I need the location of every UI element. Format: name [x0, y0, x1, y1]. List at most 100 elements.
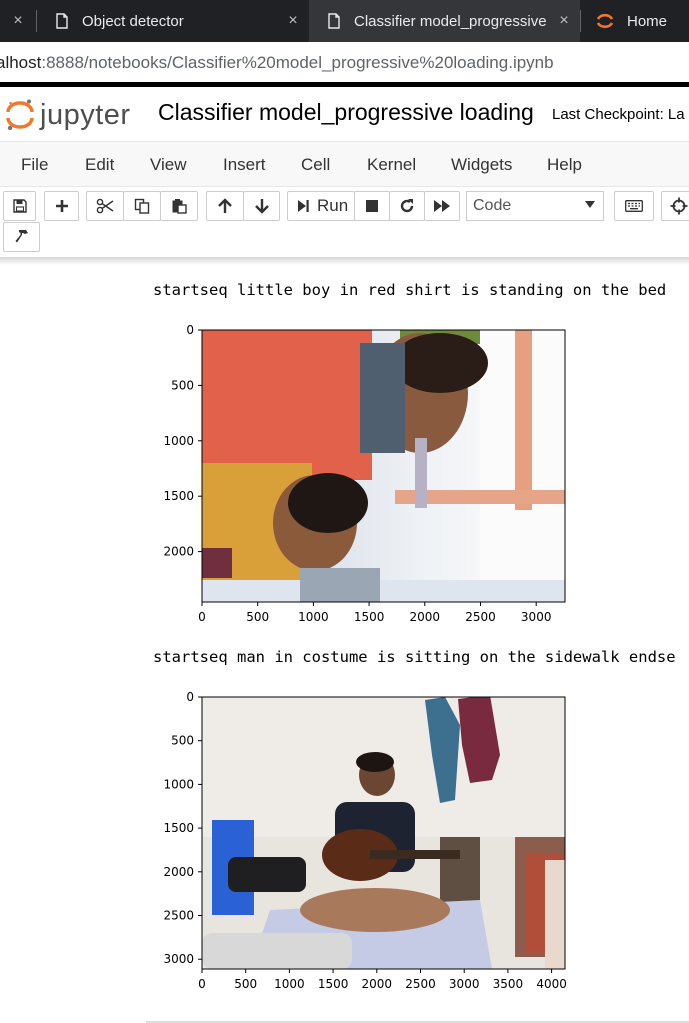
x-tick-label: 2500 [405, 977, 436, 991]
move-down-button[interactable] [243, 191, 280, 221]
x-tick-label: 2000 [410, 610, 441, 624]
x-tick-label: 1000 [298, 610, 329, 624]
y-tick-label: 500 [171, 378, 194, 392]
y-tick-label: 2000 [163, 545, 194, 559]
tab-close-icon[interactable]: × [554, 11, 574, 31]
menu-insert[interactable]: Insert [223, 155, 266, 175]
x-tick-label: 2000 [362, 977, 393, 991]
paste-button[interactable] [160, 191, 198, 221]
fast-forward-icon [434, 200, 450, 212]
menu-widgets[interactable]: Widgets [451, 155, 512, 175]
address-bar[interactable]: alhost:8888/notebooks/Classifier%20model… [0, 42, 689, 84]
y-tick-label: 0 [186, 690, 194, 704]
x-tick-label: 500 [234, 977, 257, 991]
y-tick-label: 3000 [163, 952, 194, 966]
plot-1: 0 500 1000 1500 2000 2500 3000 0 500 100… [163, 323, 566, 624]
move-up-button[interactable] [206, 191, 244, 221]
jupyter-logo[interactable]: jupyter [6, 95, 146, 135]
y-tick-label: 500 [171, 734, 194, 748]
step-forward-icon [298, 200, 309, 212]
x-tick-label: 3000 [449, 977, 480, 991]
menu-help[interactable]: Help [547, 155, 582, 175]
tab-home[interactable]: Home [581, 0, 689, 42]
x-tick-label: 0 [198, 977, 206, 991]
menu-kernel[interactable]: Kernel [367, 155, 416, 175]
interrupt-button[interactable] [354, 191, 390, 221]
url-host: alhost [0, 53, 42, 72]
save-icon [12, 199, 27, 213]
url-path: :8888/notebooks/Classifier%20model_progr… [41, 53, 554, 72]
chevron-down-icon [585, 201, 595, 208]
jupyter-icon [595, 11, 615, 31]
y-tick-label: 0 [186, 323, 194, 337]
x-tick-label: 0 [198, 610, 206, 624]
cut-button[interactable] [86, 191, 124, 221]
stop-icon [366, 200, 378, 212]
x-tick-label: 1500 [318, 977, 349, 991]
y-tick-label: 1500 [163, 821, 194, 835]
y-tick-label: 2500 [163, 909, 194, 923]
tab-label: Object detector [82, 12, 184, 30]
photo-image-2 [202, 697, 565, 969]
menu-edit[interactable]: Edit [85, 155, 114, 175]
paste-icon [172, 199, 187, 214]
y-axis-1: 0 500 1000 1500 2000 [163, 323, 202, 559]
y-axis-2: 0 500 1000 1500 2000 2500 3000 [163, 690, 202, 966]
jupyter-logo-icon [6, 99, 34, 131]
x-tick-label: 1500 [354, 610, 385, 624]
restart-run-all-button[interactable] [424, 191, 460, 221]
save-button[interactable] [3, 191, 36, 221]
page-icon [326, 13, 342, 29]
browser-tab-strip: × Object detector × Classifier model_pro… [0, 0, 689, 42]
x-tick-label: 3000 [521, 610, 552, 624]
arrow-down-icon [254, 199, 269, 214]
tab-object-detector[interactable]: Object detector × [37, 0, 309, 42]
run-label: Run [317, 196, 349, 215]
plus-icon [55, 200, 68, 212]
command-palette-button[interactable] [614, 191, 654, 221]
tab-classifier-model[interactable]: Classifier model_progressive × [309, 0, 580, 42]
url-text[interactable]: alhost:8888/notebooks/Classifier%20model… [0, 53, 554, 73]
menu-file[interactable]: File [21, 155, 48, 175]
plot-2: 0 500 1000 1500 2000 2500 3000 3500 4000… [163, 690, 567, 991]
hammer-icon [15, 230, 28, 243]
run-button[interactable]: Run [287, 191, 355, 221]
x-tick-label: 1000 [274, 977, 305, 991]
x-tick-label: 500 [246, 610, 269, 624]
move-cursor-button[interactable] [661, 191, 689, 221]
crosshair-icon [670, 197, 688, 215]
page-icon [54, 13, 70, 29]
keyboard-icon [625, 200, 643, 212]
notebook-title[interactable]: Classifier model_progressive loading [158, 99, 534, 126]
refresh-icon [400, 199, 414, 213]
menu-cell[interactable]: Cell [301, 155, 330, 175]
cell-output-area: startseq little boy in red shirt is stan… [0, 265, 689, 1023]
y-tick-label: 1000 [163, 434, 194, 448]
output-caption-2: startseq man in costume is sitting on th… [153, 648, 676, 666]
cell-type-select[interactable]: Code [466, 191, 604, 221]
x-tick-label: 2500 [465, 610, 496, 624]
jupyter-header: jupyter Classifier model_progressive loa… [0, 87, 689, 141]
x-tick-label: 3500 [493, 977, 524, 991]
x-tick-label: 4000 [536, 977, 567, 991]
menu-view[interactable]: View [150, 155, 187, 175]
y-tick-label: 1000 [163, 777, 194, 791]
tab-close-icon[interactable]: × [283, 11, 303, 31]
restart-button[interactable] [389, 191, 425, 221]
insert-cell-button[interactable] [44, 191, 79, 221]
menu-bar: File Edit View Insert Cell Kernel Widget… [0, 141, 689, 187]
output-caption-1: startseq little boy in red shirt is stan… [153, 281, 667, 299]
notebook-toolbar: Run Code [0, 187, 689, 257]
tab-close-icon[interactable]: × [8, 11, 28, 31]
x-axis-2: 0 500 1000 1500 2000 2500 3000 3500 4000 [198, 969, 567, 991]
jupyter-logo-text: jupyter [40, 98, 131, 131]
copy-button[interactable] [123, 191, 161, 221]
scissors-icon [96, 198, 114, 214]
build-button[interactable] [3, 222, 40, 252]
copy-icon [134, 198, 150, 214]
y-tick-label: 2000 [163, 865, 194, 879]
tab-label: Home [627, 12, 668, 30]
x-axis-1: 0 500 1000 1500 2000 2500 3000 [198, 602, 551, 624]
header-shadow [0, 257, 689, 265]
last-checkpoint: Last Checkpoint: La [552, 106, 685, 123]
